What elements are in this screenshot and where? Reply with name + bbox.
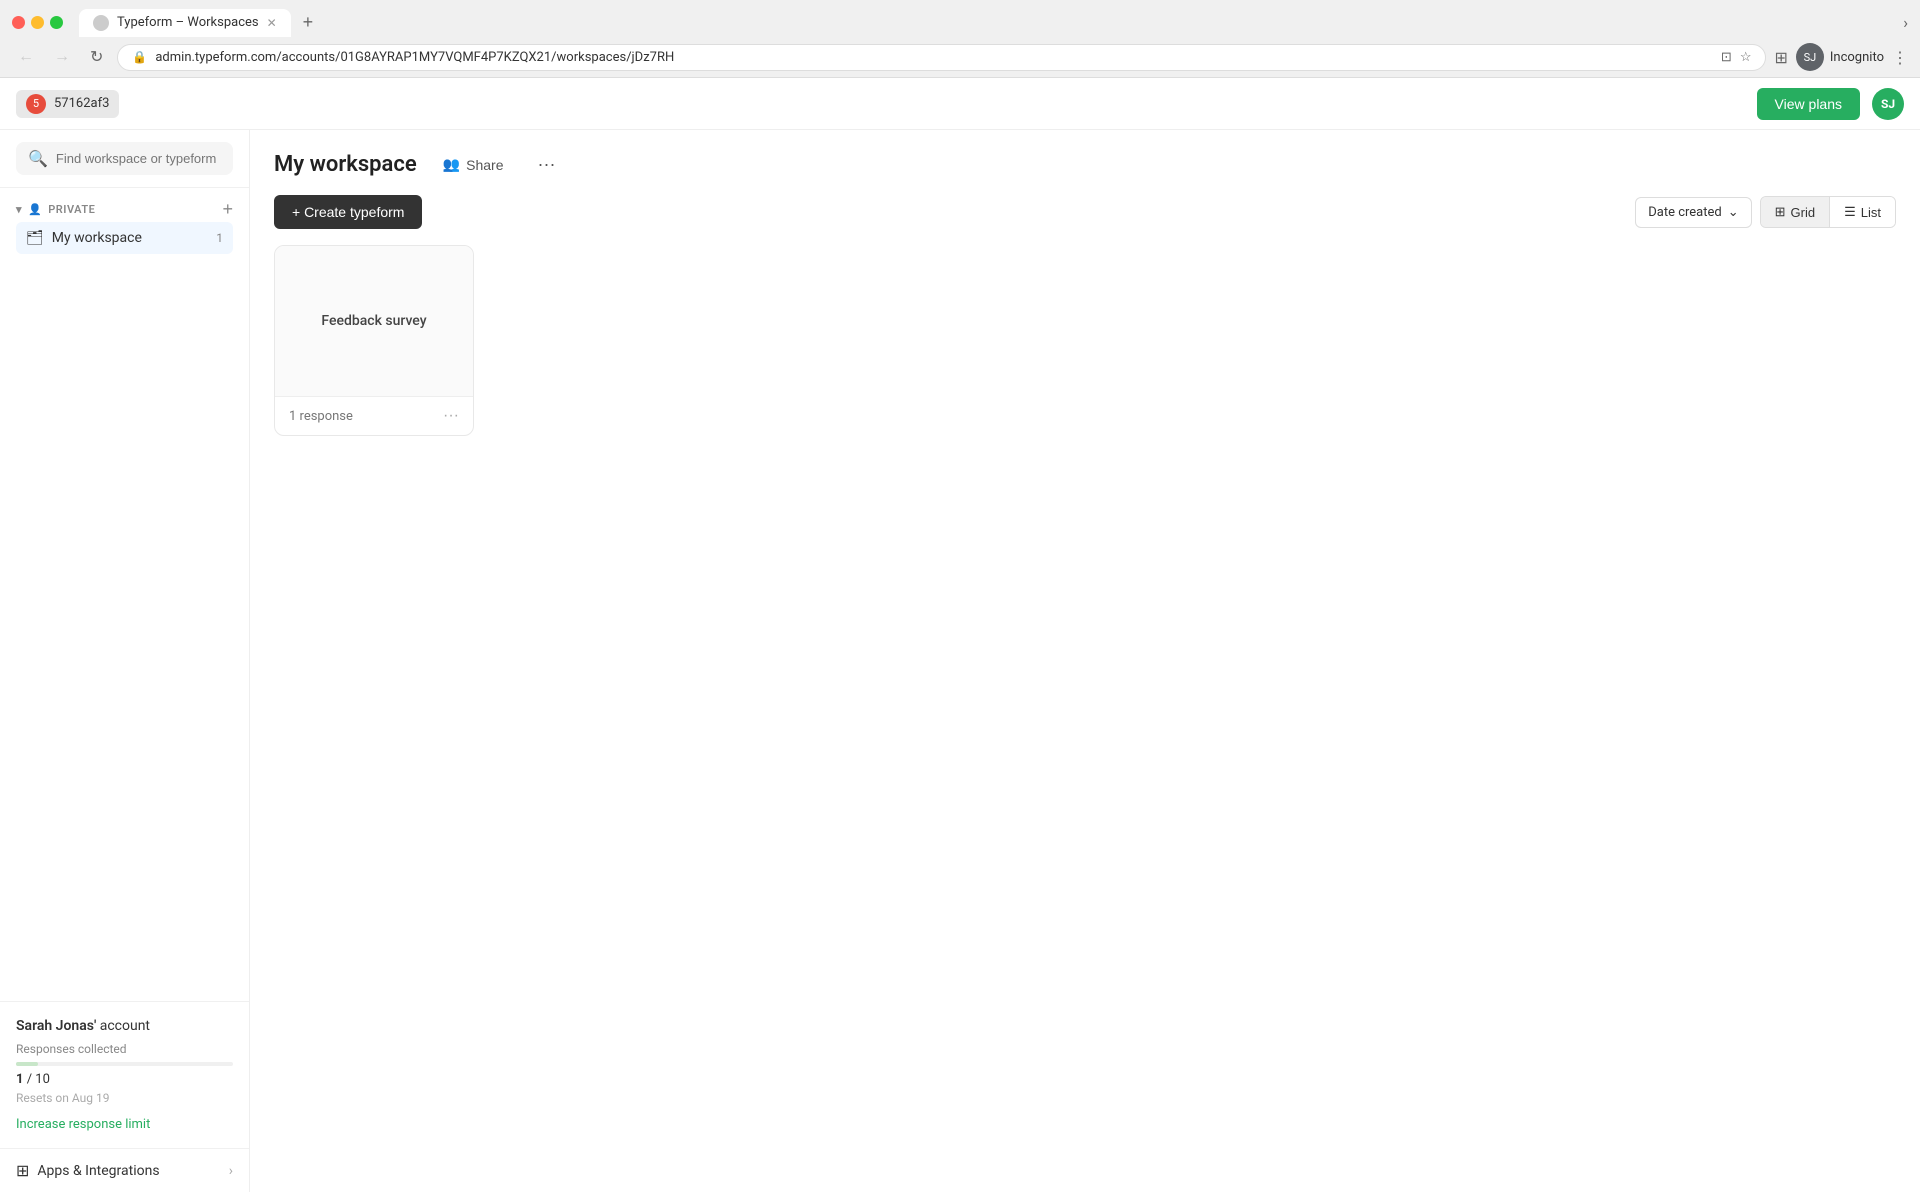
account-name: Sarah Jonas' (16, 1018, 96, 1034)
tab-more-button[interactable]: › (1903, 13, 1908, 32)
add-workspace-button[interactable]: + (222, 200, 233, 218)
toolbar-right: Date created ⌄ ⊞ Grid ☰ List (1635, 196, 1896, 228)
new-tab-button[interactable]: + (295, 8, 322, 37)
sidebar-item-my-workspace[interactable]: 🗂 My workspace 1 (16, 222, 233, 254)
reload-button[interactable]: ↻ (84, 45, 109, 69)
view-plans-button[interactable]: View plans (1757, 88, 1860, 120)
workspace-title: My workspace (274, 152, 417, 177)
sort-label: Date created (1648, 205, 1722, 220)
share-label: Share (466, 157, 503, 173)
tab-close-button[interactable]: ✕ (267, 16, 277, 30)
sidebar-private-section: ▾ 👤 PRIVATE + 🗂 My workspace 1 (0, 188, 249, 258)
list-icon: ☰ (1844, 204, 1856, 220)
workspace-item-left: 🗂 My workspace (26, 230, 142, 246)
user-avatar[interactable]: SJ (1872, 88, 1904, 120)
forward-button[interactable]: → (48, 46, 76, 68)
chevron-icon: ▾ (16, 203, 22, 216)
forms-grid: Feedback survey 1 response ··· (250, 245, 1920, 436)
sort-dropdown[interactable]: Date created ⌄ (1635, 197, 1751, 228)
apps-label: Apps & Integrations (37, 1163, 159, 1179)
form-response-count: 1 response (289, 409, 353, 424)
incognito-label: Incognito (1830, 50, 1884, 65)
increase-limit-link[interactable]: Increase response limit (16, 1117, 150, 1132)
app-badge: 5 57162af3 (16, 90, 119, 118)
response-separator: / (23, 1072, 35, 1087)
sidebar-search: 🔍 (0, 130, 249, 188)
close-button[interactable] (12, 16, 25, 29)
grid-label: Grid (1791, 205, 1816, 220)
workspace-count: 1 (216, 231, 223, 245)
workspace-name: My workspace (52, 230, 142, 246)
bookmark-icon: ☆ (1740, 50, 1752, 65)
apps-icon: ⊞ (16, 1161, 29, 1180)
form-card-preview: Feedback survey (275, 246, 473, 396)
account-suffix: account (96, 1018, 150, 1034)
workspace-icon: 🗂 (26, 230, 44, 246)
app-header: 5 57162af3 View plans SJ (0, 78, 1920, 130)
badge-id: 57162af3 (54, 96, 109, 111)
apps-left: ⊞ Apps & Integrations (16, 1161, 160, 1180)
more-options-button[interactable]: ··· (529, 150, 563, 179)
address-text: admin.typeform.com/accounts/01G8AYRAP1MY… (155, 50, 1713, 65)
form-card[interactable]: Feedback survey 1 response ··· (274, 245, 474, 436)
main-layout: 🔍 ▾ 👤 PRIVATE + 🗂 My workspace 1 (0, 130, 1920, 1192)
search-wrapper[interactable]: 🔍 (16, 142, 233, 175)
form-card-footer: 1 response ··· (275, 396, 473, 435)
apps-integrations-section[interactable]: ⊞ Apps & Integrations › (0, 1148, 249, 1192)
maximize-button[interactable] (50, 16, 63, 29)
people-icon: 👤 (28, 203, 42, 216)
form-menu-button[interactable]: ··· (443, 407, 459, 425)
active-tab[interactable]: Typeform – Workspaces ✕ (79, 9, 291, 37)
extensions-icon: ⊞ (1774, 48, 1787, 67)
sidebar-bottom: Sarah Jonas' account Responses collected… (0, 1001, 249, 1148)
content-header: My workspace 👥 Share ··· (250, 130, 1920, 195)
address-bar: ← → ↻ 🔒 admin.typeform.com/accounts/01G8… (0, 37, 1920, 77)
browser-chrome: Typeform – Workspaces ✕ + › ← → ↻ 🔒 admi… (0, 0, 1920, 78)
browser-actions: ⊞ SJ Incognito ⋮ (1774, 43, 1908, 71)
responses-collected-label: Responses collected (16, 1042, 233, 1056)
window-controls (12, 16, 63, 29)
response-total: 10 (35, 1072, 50, 1087)
section-label: PRIVATE (48, 203, 95, 216)
apps-arrow: › (229, 1163, 233, 1179)
lock-icon: 🔒 (132, 50, 147, 64)
share-icon: 👥 (443, 156, 460, 173)
sort-chevron-icon: ⌄ (1728, 205, 1739, 220)
minimize-button[interactable] (31, 16, 44, 29)
address-icons: ⊡ ☆ (1721, 50, 1752, 65)
menu-icon[interactable]: ⋮ (1892, 48, 1908, 67)
content-area: My workspace 👥 Share ··· + Create typefo… (250, 130, 1920, 1192)
share-button[interactable]: 👥 Share (433, 150, 514, 179)
section-title: ▾ 👤 PRIVATE (16, 203, 95, 216)
incognito-avatar: SJ (1796, 43, 1824, 71)
grid-icon: ⊞ (1775, 204, 1786, 220)
progress-bar-background (16, 1062, 233, 1066)
resets-text: Resets on Aug 19 (16, 1091, 233, 1105)
address-input[interactable]: 🔒 admin.typeform.com/accounts/01G8AYRAP1… (117, 44, 1766, 71)
view-toggle: ⊞ Grid ☰ List (1760, 196, 1896, 228)
incognito-button[interactable]: SJ Incognito (1796, 43, 1884, 71)
form-name: Feedback survey (321, 313, 426, 329)
search-icon: 🔍 (28, 149, 48, 168)
tab-bar: Typeform – Workspaces ✕ + › (0, 0, 1920, 37)
response-count: 1 / 10 (16, 1072, 233, 1087)
cast-icon: ⊡ (1721, 50, 1732, 65)
tab-favicon (93, 15, 109, 31)
badge-number: 5 (26, 94, 46, 114)
search-input[interactable] (56, 151, 232, 166)
incognito-initials: SJ (1804, 51, 1817, 64)
sidebar: 🔍 ▾ 👤 PRIVATE + 🗂 My workspace 1 (0, 130, 250, 1192)
progress-bar-fill (16, 1062, 38, 1066)
create-typeform-button[interactable]: + Create typeform (274, 195, 422, 229)
toolbar: + Create typeform Date created ⌄ ⊞ Grid … (250, 195, 1920, 245)
list-view-button[interactable]: ☰ List (1830, 197, 1895, 227)
back-button[interactable]: ← (12, 46, 40, 68)
tab-title: Typeform – Workspaces (117, 15, 259, 30)
grid-view-button[interactable]: ⊞ Grid (1761, 197, 1830, 227)
list-label: List (1861, 205, 1881, 220)
section-header: ▾ 👤 PRIVATE + (16, 200, 233, 218)
account-title: Sarah Jonas' account (16, 1018, 233, 1034)
